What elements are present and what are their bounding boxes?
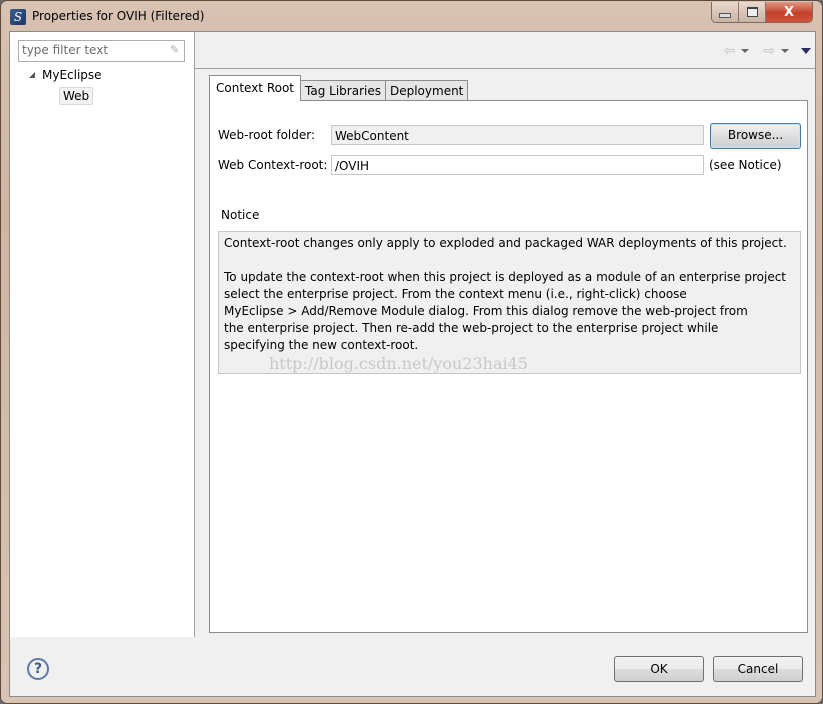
dialog-body: ✎ MyEclipse Web ⇦ ⇨ Context Root Tag Lib… [9, 31, 816, 697]
page-toolbar: ⇦ ⇨ [195, 32, 815, 69]
notice-line: To update the context-root when this pro… [224, 270, 787, 284]
tree-item-myeclipse[interactable]: MyEclipse [42, 68, 102, 82]
filter-input[interactable] [19, 41, 165, 59]
navigation-controls: ⇦ ⇨ [724, 44, 811, 58]
notice-heading: Notice [221, 208, 260, 222]
notice-line: Context-root changes only apply to explo… [224, 236, 787, 250]
preference-tree-panel: ✎ MyEclipse Web [10, 32, 195, 637]
context-root-panel: Web-root folder: WebContent Browse... We… [209, 100, 808, 633]
tab-tag-libraries[interactable]: Tag Libraries [300, 80, 386, 101]
web-root-folder-field[interactable]: WebContent [331, 125, 704, 145]
cancel-button[interactable]: Cancel [713, 656, 803, 682]
browse-button[interactable]: Browse... [710, 123, 801, 149]
tab-deployment[interactable]: Deployment [384, 80, 469, 101]
tab-context-root[interactable]: Context Root [209, 75, 302, 101]
notice-line: MyEclipse > Add/Remove Module dialog. Fr… [224, 304, 748, 318]
notice-line: specifying the new context-root. [224, 338, 419, 352]
title-bar[interactable]: S Properties for OVIH (Filtered) X [1, 1, 822, 31]
maximize-button[interactable] [739, 2, 766, 22]
properties-page: ⇦ ⇨ Context Root Tag Libraries Deploymen… [195, 32, 815, 637]
ok-button[interactable]: OK [614, 656, 704, 682]
notice-text-area[interactable]: Context-root changes only apply to explo… [218, 231, 801, 374]
tab-bar: Context Root Tag Libraries Deployment [209, 75, 469, 101]
notice-line: select the enterprise project. From the … [224, 287, 687, 301]
filter-field[interactable]: ✎ [18, 40, 185, 62]
forward-history-dropdown-icon[interactable] [781, 49, 789, 53]
myeclipse-logo-icon: S [10, 9, 26, 25]
tree-item-web[interactable]: Web [59, 87, 94, 105]
back-arrow-icon[interactable]: ⇦ [724, 44, 736, 58]
back-history-dropdown-icon[interactable] [741, 49, 750, 53]
expand-toggle-icon[interactable] [29, 72, 35, 78]
see-notice-label: (see Notice) [709, 158, 782, 172]
minimize-button[interactable] [712, 2, 739, 22]
window-title: Properties for OVIH (Filtered) [32, 9, 205, 23]
web-root-folder-label: Web-root folder: [218, 128, 316, 142]
forward-arrow-icon[interactable]: ⇨ [763, 44, 775, 58]
web-context-root-label: Web Context-root: [218, 158, 328, 172]
properties-dialog: S Properties for OVIH (Filtered) X ✎ MyE… [0, 0, 823, 704]
minimize-icon [719, 12, 731, 18]
close-button[interactable]: X [766, 2, 812, 22]
notice-line: the enterprise project. Then re-add the … [224, 321, 719, 335]
watermark-text: http://blog.csdn.net/you23hai45 [269, 354, 528, 373]
maximize-icon [746, 7, 758, 17]
help-icon[interactable]: ? [27, 658, 49, 680]
clear-filter-icon[interactable]: ✎ [170, 44, 181, 56]
web-context-root-input[interactable]: /OVIH [331, 155, 704, 175]
close-icon: X [783, 4, 795, 20]
view-menu-icon[interactable] [801, 48, 811, 54]
window-controls: X [711, 2, 813, 23]
